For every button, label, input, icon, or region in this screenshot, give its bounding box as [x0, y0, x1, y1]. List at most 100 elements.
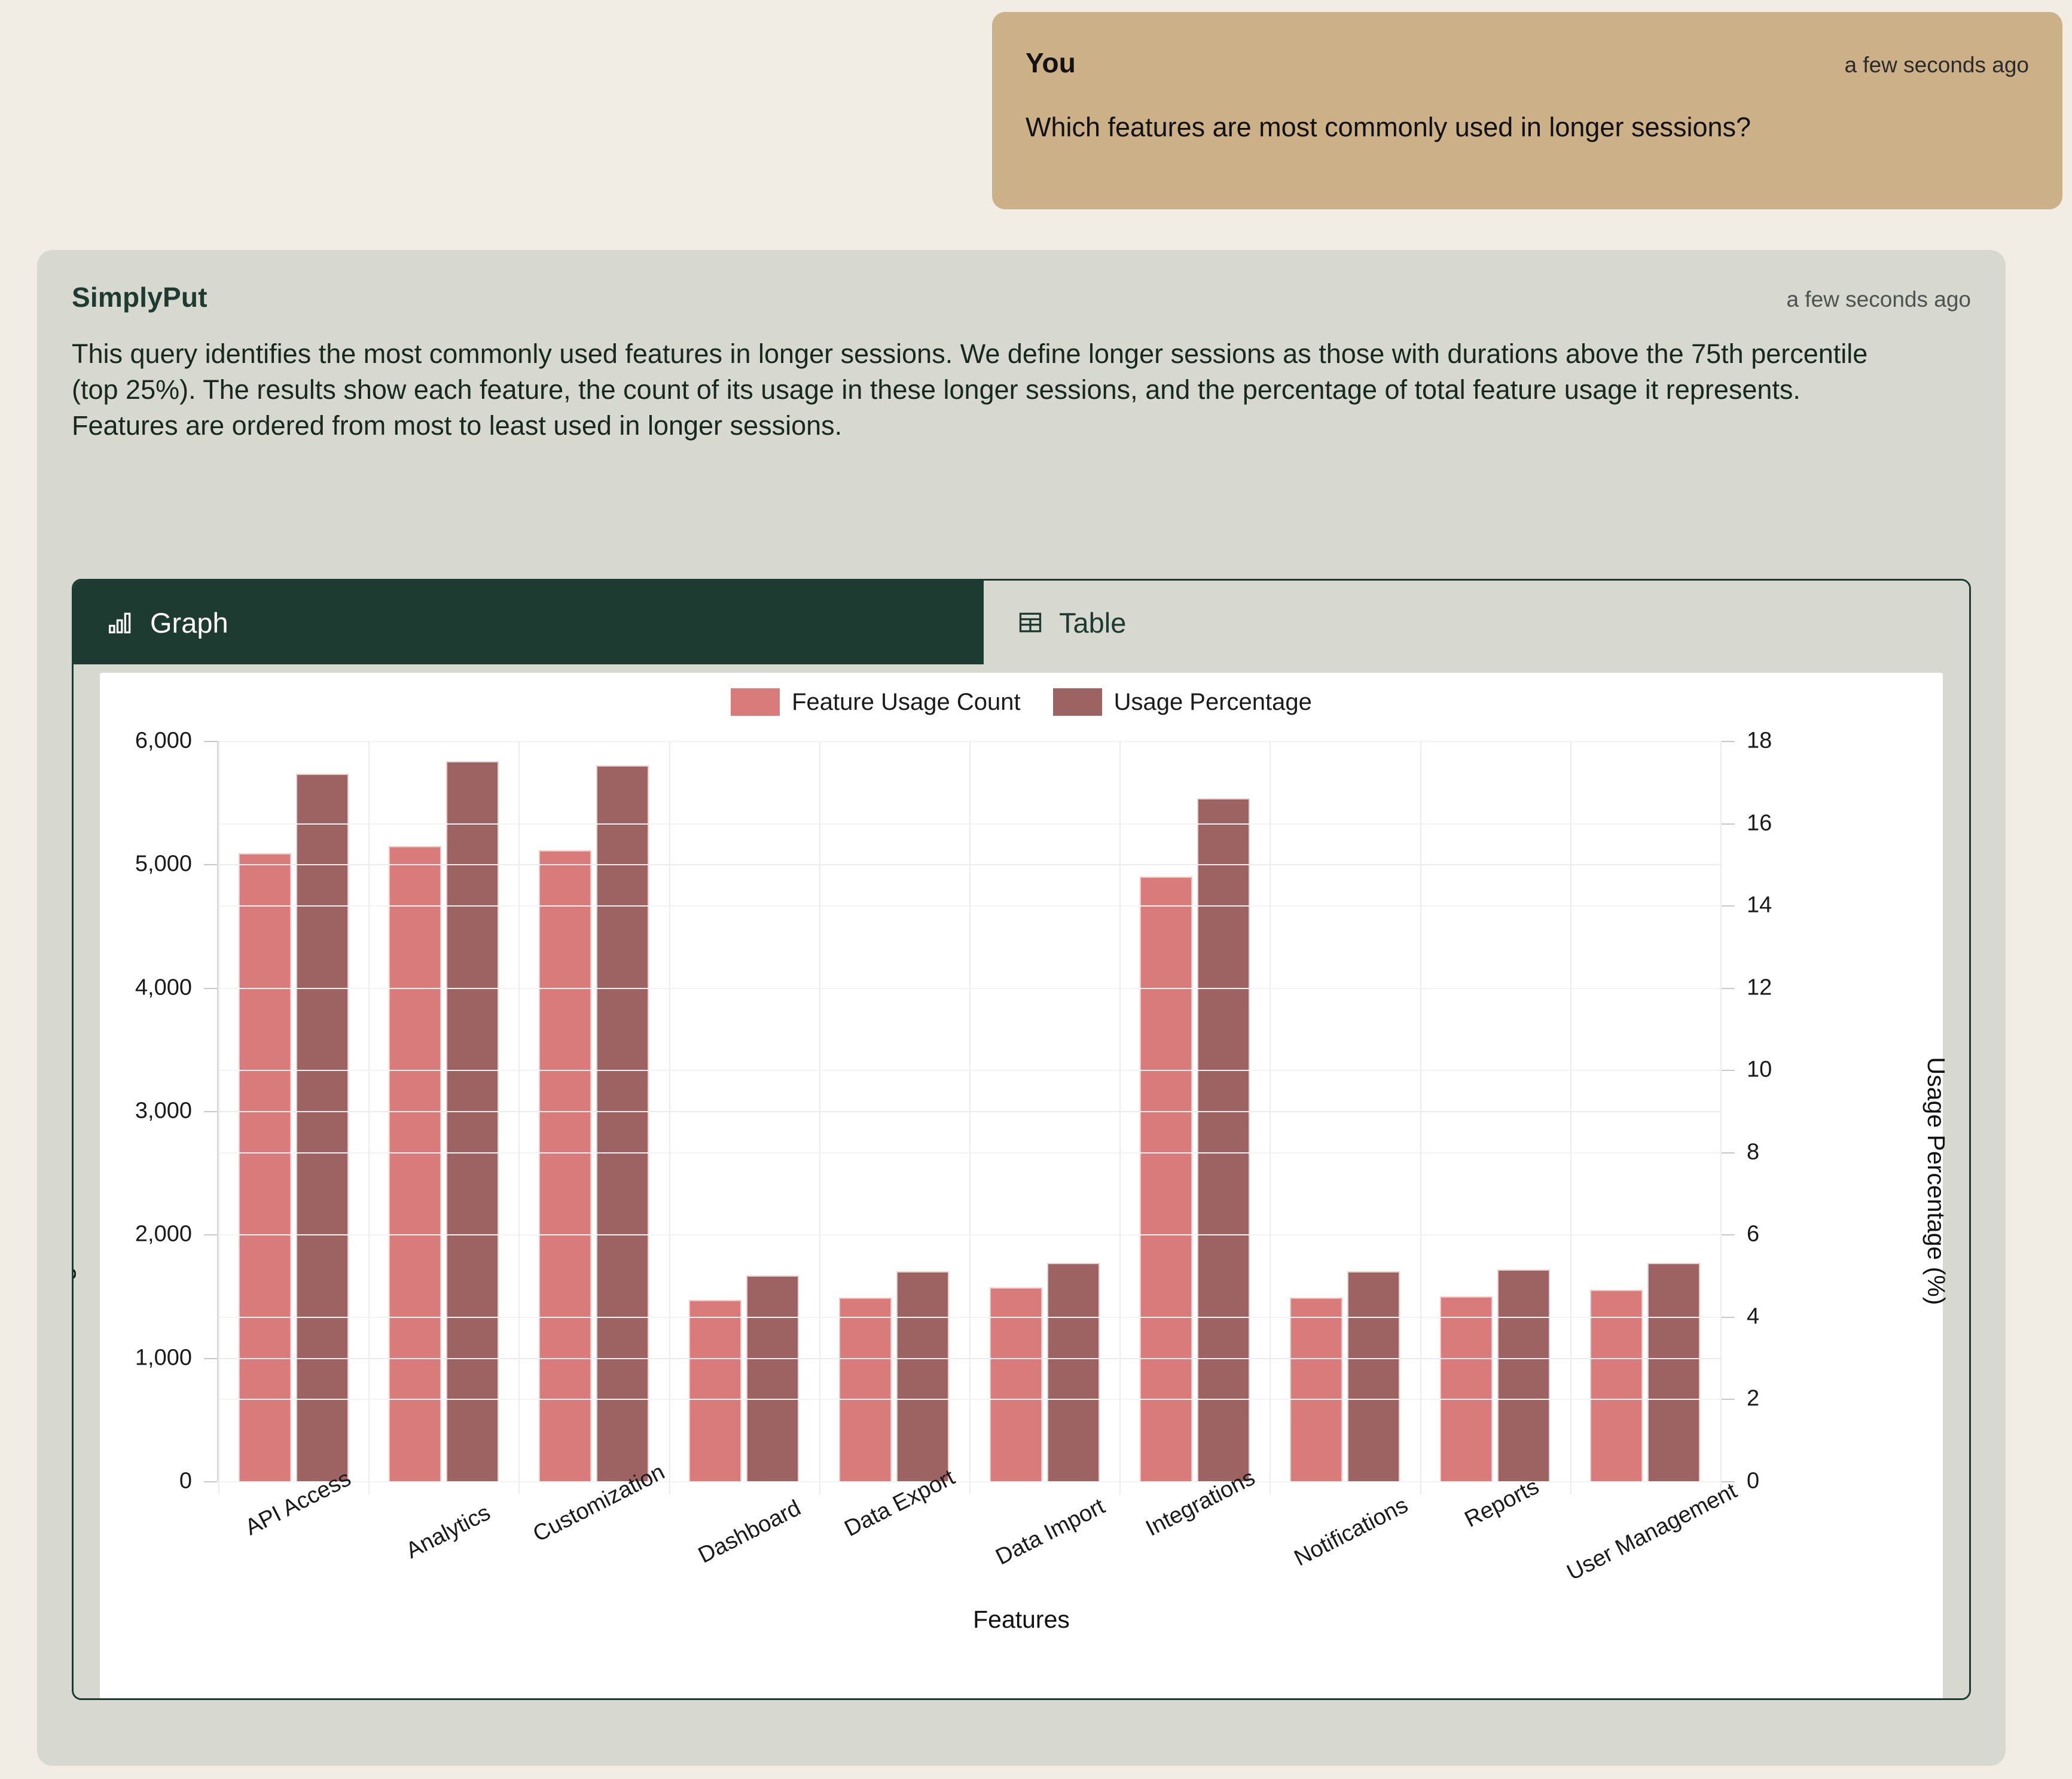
tab-graph-label: Graph [150, 606, 228, 639]
bar-usage-percentage[interactable] [445, 761, 499, 1481]
y-tick-mark-left [204, 1481, 217, 1482]
bar-feature-usage-count[interactable] [539, 850, 591, 1481]
assistant-message-header: SimplyPut a few seconds ago [72, 281, 1971, 313]
legend-item-percentage[interactable]: Usage Percentage [1052, 688, 1312, 716]
category-separator [368, 741, 370, 1494]
x-tick-label: Dashboard [694, 1495, 805, 1569]
y-tick-label-right: 16 [1747, 810, 1772, 836]
x-tick-label: User Management [1563, 1478, 1741, 1586]
tab-graph[interactable]: Graph [74, 581, 984, 664]
category-separator [518, 741, 520, 1494]
x-tick-cell: Dashboard [669, 1486, 819, 1606]
x-tick-cell: Data Import [969, 1486, 1120, 1606]
legend-label-count: Feature Usage Count [792, 688, 1021, 715]
chart-panel: Feature Usage Count Usage Percentage 0 1,… [74, 673, 1950, 1698]
category-separator [969, 741, 971, 1494]
category-separator [669, 741, 670, 1494]
bar-feature-usage-count[interactable] [689, 1299, 742, 1481]
user-message-header: You a few seconds ago [1026, 47, 2029, 79]
user-message-text: Which features are most commonly used in… [1026, 112, 1751, 142]
bar-feature-usage-count[interactable] [1139, 876, 1192, 1481]
category-separator [1270, 741, 1271, 1494]
y-tick-mark-right [1722, 1152, 1735, 1154]
y-tick-label-right: 8 [1747, 1139, 1760, 1165]
user-timestamp: a few seconds ago [1844, 53, 2029, 77]
y-tick-mark-right [1722, 905, 1735, 907]
user-name: You [1026, 47, 1076, 78]
chart-plot-area: 0 1,000 2,000 3,000 4,000 5,000 6,000 0 2 4 6 8 10 12… [135, 728, 1772, 1494]
bar-feature-usage-count[interactable] [1590, 1290, 1643, 1481]
y-tick-label-right: 14 [1747, 892, 1772, 918]
grouped-bar-chart: Feature Usage Count Usage Percentage 0 1,… [74, 673, 1950, 1689]
legend-label-percentage: Usage Percentage [1113, 688, 1312, 715]
assistant-timestamp: a few seconds ago [1786, 287, 1971, 312]
y-tick-mark-left [204, 864, 217, 866]
chart-panel-wrap: Feature Usage Count Usage Percentage 0 1,… [74, 664, 1969, 1698]
x-tick-cell: Notifications [1270, 1486, 1421, 1606]
category-separator [1570, 741, 1571, 1494]
bar-usage-percentage[interactable] [1497, 1269, 1551, 1481]
bar-feature-usage-count[interactable] [388, 846, 441, 1481]
bar-chart-icon [107, 609, 135, 636]
category-separator [1420, 741, 1421, 1494]
x-tick-cell: Data Export [819, 1464, 969, 1606]
tab-table[interactable]: Table [984, 581, 1969, 664]
x-tick-label: Analytics [402, 1500, 495, 1564]
y-axis-title-left: Feature Usage Count [72, 1181, 77, 1416]
x-tick-cell: User Management [1563, 1478, 1741, 1606]
x-tick-cell: API Access [217, 1466, 368, 1606]
y-tick-mark-right [1722, 1070, 1735, 1072]
bar-usage-percentage[interactable] [1347, 1271, 1400, 1481]
y-tick-label-right: 0 [1747, 1468, 1760, 1494]
bar-usage-percentage[interactable] [295, 774, 349, 1481]
x-tick-label: Data Import [991, 1493, 1109, 1570]
legend-swatch-percentage [1052, 688, 1102, 716]
y-tick-mark-right [1722, 823, 1735, 825]
x-axis-title: Features [973, 1606, 1070, 1633]
user-message-bubble: You a few seconds ago Which features are… [992, 12, 2062, 209]
bar-usage-percentage[interactable] [1647, 1263, 1701, 1481]
x-axis-tick-labels: API Access Analytics Customization Dashboar… [217, 1459, 1741, 1606]
table-icon [1017, 609, 1043, 636]
y-tick-mark-right [1722, 987, 1735, 989]
y-tick-label-left: 3,000 [135, 1098, 192, 1124]
bar-usage-percentage[interactable] [746, 1275, 799, 1481]
bar-usage-percentage[interactable] [1197, 798, 1250, 1481]
bar-feature-usage-count[interactable] [238, 853, 291, 1481]
category-separator [1720, 741, 1722, 1494]
y-tick-label-left: 1,000 [135, 1345, 192, 1371]
bar-usage-percentage[interactable] [596, 765, 649, 1481]
chart-legend: Feature Usage Count Usage Percentage [100, 688, 1943, 716]
result-panel: Graph Table Feature Usage Count Usage Pe… [72, 579, 1971, 1700]
bar-feature-usage-count[interactable] [1290, 1297, 1343, 1481]
y-tick-mark-right [1722, 741, 1735, 742]
bar-feature-usage-count[interactable] [839, 1297, 892, 1481]
tab-table-label: Table [1059, 606, 1127, 639]
x-tick-label: Reports [1460, 1473, 1543, 1533]
bar-usage-percentage[interactable] [896, 1271, 950, 1481]
bar-usage-percentage[interactable] [1046, 1263, 1100, 1481]
y-tick-label-right: 6 [1747, 1221, 1760, 1247]
y-tick-label-right: 2 [1747, 1386, 1760, 1411]
assistant-message-text: This query identifies the most commonly … [72, 338, 1868, 441]
x-tick-cell: Reports [1421, 1474, 1571, 1606]
legend-swatch-count [731, 688, 780, 716]
y-tick-mark-left [204, 1111, 217, 1112]
y-tick-label-left: 4,000 [135, 975, 192, 1000]
y-tick-mark-left [204, 741, 217, 742]
y-tick-label-left: 0 [179, 1468, 192, 1494]
category-separator [819, 741, 820, 1494]
y-tick-label-right: 18 [1747, 728, 1772, 753]
category-separator [1119, 741, 1121, 1494]
y-tick-mark-right [1722, 1234, 1735, 1236]
x-tick-cell: Customization [518, 1459, 669, 1606]
y-tick-mark-left [204, 1357, 217, 1359]
assistant-name: SimplyPut [72, 282, 207, 313]
legend-item-count[interactable]: Feature Usage Count [731, 688, 1021, 716]
y-tick-label-left: 6,000 [135, 728, 192, 753]
x-tick-label: Notifications [1290, 1493, 1412, 1571]
y-tick-label-right: 4 [1747, 1304, 1760, 1329]
assistant-message-card: SimplyPut a few seconds ago This query i… [37, 250, 2006, 1766]
x-tick-cell: Integrations [1120, 1465, 1271, 1606]
bar-feature-usage-count[interactable] [1440, 1296, 1493, 1481]
